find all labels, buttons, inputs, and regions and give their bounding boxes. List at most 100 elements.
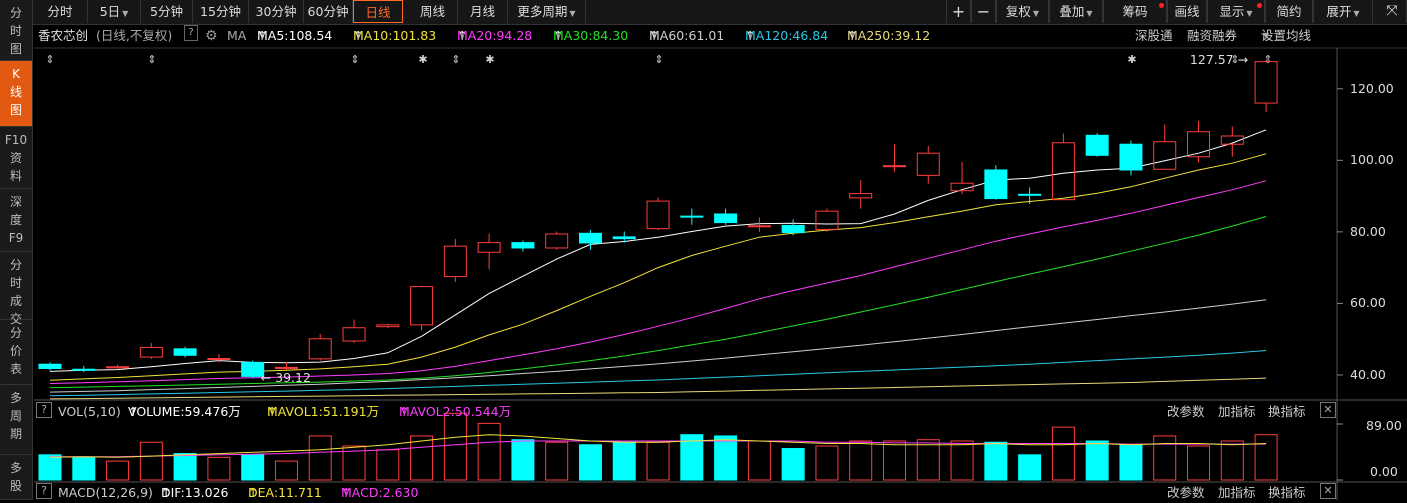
- vol-add-indicator[interactable]: 加指标: [1218, 402, 1256, 422]
- vol-change-params[interactable]: 改参数: [1167, 402, 1205, 422]
- event-marker-icon: ⇕: [45, 53, 54, 66]
- candle-body: [714, 213, 738, 224]
- volume-bar: [1254, 434, 1278, 481]
- candle-body: [815, 210, 839, 230]
- price-tick-label: 100.00: [1350, 152, 1394, 168]
- volume-info-bar: ? VOL(5,10) VOLUME:59.476万 ↑ MAVOL1:51.1…: [33, 402, 1407, 422]
- candle-body: [511, 242, 535, 249]
- event-marker-icon: ⇕: [654, 53, 663, 66]
- candle-body: [747, 225, 771, 228]
- candle-body: [1153, 141, 1177, 170]
- ma120-line: [49, 350, 1267, 397]
- candle-body: [883, 165, 906, 168]
- candle-body: [1254, 61, 1278, 104]
- volume-bar: [1018, 454, 1042, 481]
- macd-change-params[interactable]: 改参数: [1167, 483, 1205, 503]
- price-tick-label: 40.00: [1350, 366, 1386, 382]
- candle-body: [274, 366, 298, 369]
- candle-body: [443, 245, 467, 278]
- candle-body: [612, 236, 636, 240]
- volume-bar: [1051, 426, 1075, 481]
- volume-bar: [747, 440, 771, 481]
- candle-body: [1085, 134, 1109, 156]
- candle-body: [342, 327, 366, 342]
- volume-bar: [511, 439, 535, 481]
- volume-bar: [984, 441, 1008, 481]
- candle-body: [984, 169, 1008, 200]
- vol-axis-zero: 0.00: [1370, 464, 1398, 479]
- low-price-label: ← 39.12: [261, 370, 311, 385]
- candle-body: [38, 363, 62, 370]
- kline-chart[interactable]: ⇕ ⇕ ⇕ ✱ ⇕ ✱ ⇕ ✱ ⇕ ⇕127.57 →← 39.12: [0, 0, 1407, 500]
- candle-body: [308, 338, 332, 360]
- volume-bar: [410, 435, 434, 481]
- volume-bar: [308, 435, 332, 481]
- volume-bar: [1119, 444, 1143, 481]
- volume-bar: [376, 449, 400, 481]
- candle-body: [477, 242, 501, 253]
- candle-body: [578, 232, 602, 244]
- volume-bar: [274, 460, 298, 481]
- volume-bar: [241, 454, 265, 481]
- candle-body: [106, 366, 130, 369]
- candle-body: [545, 233, 569, 249]
- candle-body: [1018, 193, 1042, 196]
- event-marker-icon: ✱: [485, 53, 494, 66]
- ma20-line: [49, 180, 1267, 384]
- candle-body: [1051, 142, 1075, 201]
- mavol1-line: [49, 434, 1267, 458]
- macd-add-indicator[interactable]: 加指标: [1218, 483, 1256, 503]
- mavol2-line: [50, 440, 1267, 458]
- volume-bar: [1085, 440, 1109, 481]
- price-tick-label: 80.00: [1350, 223, 1386, 239]
- event-marker-icon: ✱: [1127, 53, 1136, 66]
- event-marker-icon: ✱: [418, 53, 427, 66]
- volume-bar: [477, 422, 501, 481]
- vol-switch-indicator[interactable]: 换指标: [1268, 402, 1306, 422]
- price-tick-label: 60.00: [1350, 295, 1386, 311]
- volume-bar: [1153, 435, 1177, 481]
- volume-bar: [578, 444, 602, 481]
- candle-body: [173, 348, 197, 356]
- candle-body: [410, 286, 434, 326]
- event-marker-icon: ⇕: [350, 53, 359, 66]
- vol-title[interactable]: VOL(5,10): [58, 402, 121, 422]
- price-tick-label: 120.00: [1350, 80, 1394, 96]
- volume-bar: [106, 460, 130, 481]
- candle-body: [916, 152, 940, 176]
- volume-bar: [139, 441, 163, 481]
- volume-bar: [38, 454, 62, 481]
- event-marker-icon: ⇕: [451, 53, 460, 66]
- volume-bar: [443, 412, 467, 481]
- volume-bar: [545, 441, 569, 481]
- volume-bar: [72, 456, 96, 481]
- candle-body: [781, 224, 805, 234]
- macd-info-bar: ? MACD(12,26,9) DIF:13.026 ↑ DEA:11.711 …: [33, 483, 1407, 503]
- volume-bar: [815, 445, 839, 481]
- volume-bar: [714, 435, 738, 481]
- volume-bar: [849, 440, 873, 481]
- volume-bar: [207, 456, 231, 481]
- volume-bar: [173, 453, 197, 481]
- volume-bar: [883, 440, 906, 481]
- volume-bar: [612, 441, 636, 481]
- macd-switch-indicator[interactable]: 换指标: [1268, 483, 1306, 503]
- candle-body: [376, 324, 400, 328]
- macd-title[interactable]: MACD(12,26,9): [58, 483, 153, 503]
- event-marker-icon: ⇕: [1263, 53, 1272, 66]
- volume-bar: [916, 439, 940, 481]
- ma30-line: [49, 216, 1267, 389]
- ma10-line: [49, 153, 1267, 381]
- event-marker-icon: ⇕: [147, 53, 156, 66]
- volume-bar: [1187, 445, 1211, 481]
- ma5-line: [49, 129, 1267, 372]
- volume-bar: [950, 440, 974, 481]
- candle-body: [139, 346, 163, 358]
- candle-body: [680, 215, 704, 218]
- candle-body: [207, 358, 231, 361]
- candle-body: [849, 193, 873, 199]
- candle-body: [646, 200, 670, 230]
- ma250-line: [49, 377, 1267, 400]
- vol-axis-max: 89.00: [1366, 418, 1402, 433]
- candle-body: [1119, 143, 1143, 171]
